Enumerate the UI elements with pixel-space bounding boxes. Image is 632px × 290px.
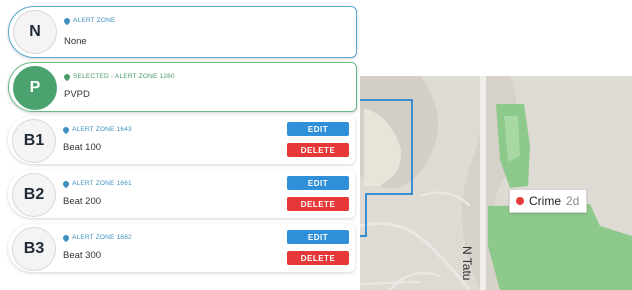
location-pin-icon [61,125,71,134]
zone-tag: ALERT ZONE 1662 [61,233,132,242]
edit-button[interactable]: EDIT [287,230,349,244]
map-view[interactable] [360,76,632,290]
zone-tag: ALERT ZONE [62,16,116,25]
zone-name: None [64,36,87,47]
zone-avatar: B3 [12,227,56,271]
delete-button[interactable]: DELETE [287,197,349,211]
delete-button[interactable]: DELETE [287,251,349,265]
zone-avatar: B2 [12,173,56,217]
zone-tag: SELECTED - ALERT ZONE 1280 [62,72,175,81]
zone-tag-label: SELECTED - ALERT ZONE 1280 [73,73,175,80]
location-pin-icon [61,233,71,242]
edit-button[interactable]: EDIT [287,122,349,136]
crime-marker[interactable]: Crime 2d [509,189,588,213]
alert-zone-card-none[interactable]: N ALERT ZONE None [8,6,357,58]
zone-tag-label: ALERT ZONE 1643 [72,126,132,133]
location-pin-icon [62,16,72,25]
zone-tag-label: ALERT ZONE 1662 [72,234,132,241]
zone-tag: ALERT ZONE 1643 [61,125,132,134]
location-pin-icon [61,179,71,188]
delete-button[interactable]: DELETE [287,143,349,157]
location-pin-icon [62,72,72,81]
zone-avatar: N [13,10,57,54]
alert-zone-list: N ALERT ZONE None P SELECTED - ALERT ZON… [8,3,360,290]
map-canvas [360,76,632,290]
crime-label: Crime [529,194,561,208]
alert-zone-card-pvpd[interactable]: P SELECTED - ALERT ZONE 1280 PVPD [8,62,357,112]
zone-avatar: B1 [12,119,56,163]
crime-dot-icon [516,197,524,205]
zone-name: Beat 100 [63,142,102,153]
zone-tag: ALERT ZONE 1661 [61,179,132,188]
alert-zone-card-b3[interactable]: B3 ALERT ZONE 1662 Beat 300 EDIT DELETE [8,224,355,272]
zone-tag-label: ALERT ZONE [73,17,116,24]
alert-zone-card-b1[interactable]: B1 ALERT ZONE 1643 Beat 100 EDIT DELETE [8,116,355,164]
street-label: N Tatu [460,246,474,281]
crime-age: 2d [566,194,580,208]
alert-zone-card-b2[interactable]: B2 ALERT ZONE 1661 Beat 200 EDIT DELETE [8,170,355,218]
zone-name: Beat 300 [63,250,102,261]
zone-tag-label: ALERT ZONE 1661 [72,180,132,187]
zone-name: PVPD [64,89,90,100]
zone-avatar: P [13,66,57,110]
edit-button[interactable]: EDIT [287,176,349,190]
zone-name: Beat 200 [63,196,102,207]
